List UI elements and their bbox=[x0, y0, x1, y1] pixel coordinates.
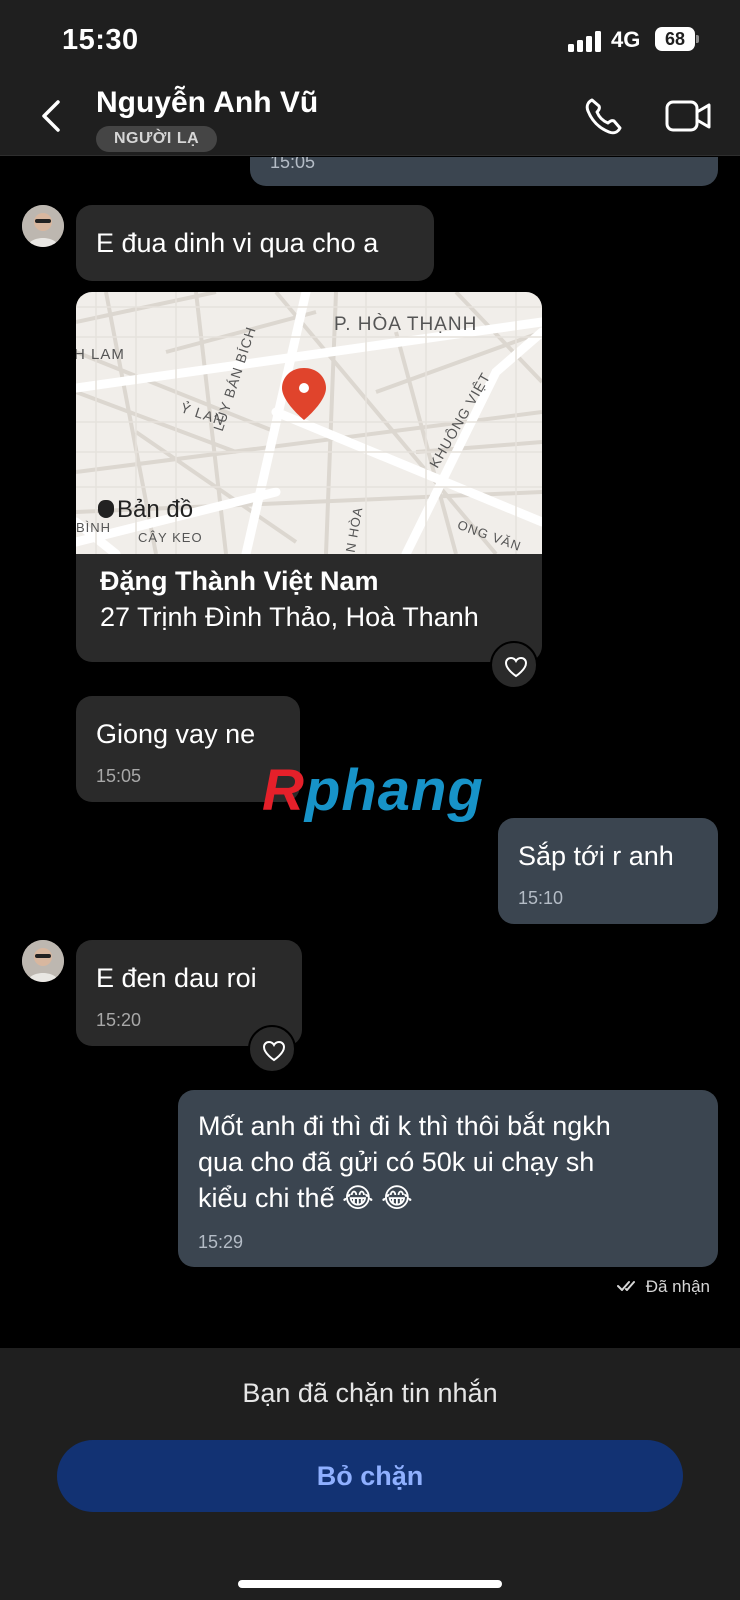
contact-avatar[interactable] bbox=[22, 205, 64, 247]
message-text: E đen dau roi bbox=[96, 963, 257, 993]
unblock-button[interactable]: Bỏ chặn bbox=[57, 1440, 683, 1512]
message-time: 15:10 bbox=[518, 888, 564, 908]
message-time: 15:05 bbox=[270, 157, 316, 172]
outgoing-message[interactable]: 15:05 bbox=[250, 157, 718, 186]
place-address: 27 Trịnh Đình Thảo, Hoà Thanh bbox=[100, 602, 479, 632]
message-time: 15:05 bbox=[96, 766, 142, 786]
location-card[interactable]: P. HÒA THẠNH H LAM Ỷ LAN LŨY BÁN BÍCH KH… bbox=[76, 292, 542, 662]
map-label: P. HÒA THẠNH bbox=[334, 314, 478, 335]
message-text-line: qua cho đã gửi có 50k ui chạy sh bbox=[198, 1147, 595, 1177]
chevron-left-icon bbox=[42, 100, 60, 132]
contact-avatar[interactable] bbox=[22, 940, 64, 982]
react-button[interactable] bbox=[248, 1025, 296, 1073]
back-button[interactable] bbox=[36, 94, 70, 138]
message-text: E đua dinh vi qua cho a bbox=[96, 228, 379, 258]
network-type: 4G bbox=[611, 27, 641, 52]
maps-attribution-text: Bản đồ bbox=[117, 496, 194, 523]
message-time: 15:29 bbox=[198, 1232, 244, 1252]
chat-header: Nguyễn Anh Vũ NGƯỜI LẠ bbox=[0, 80, 740, 156]
outgoing-message[interactable]: Sắp tới r anh 15:10 bbox=[498, 818, 718, 924]
map-preview[interactable]: P. HÒA THẠNH H LAM Ỷ LAN LŨY BÁN BÍCH KH… bbox=[76, 292, 542, 554]
video-camera-icon bbox=[665, 100, 711, 132]
watermark: Rphang bbox=[262, 758, 484, 823]
message-text-line: kiểu chi thế 😂 😂 bbox=[198, 1183, 413, 1213]
apple-logo-icon bbox=[98, 500, 114, 518]
home-indicator[interactable] bbox=[238, 1580, 502, 1588]
battery-level: 68 bbox=[664, 29, 686, 49]
message-text: Sắp tới r anh bbox=[518, 841, 674, 871]
message-text: Giong vay ne bbox=[96, 719, 256, 749]
incoming-message[interactable]: E đua dinh vi qua cho a bbox=[76, 205, 434, 281]
status-time: 15:30 bbox=[62, 24, 139, 56]
message-time: 15:20 bbox=[96, 1010, 142, 1030]
signal-icon bbox=[568, 30, 604, 52]
map-label: CÂY KEO bbox=[138, 530, 203, 545]
battery-icon: 68 bbox=[655, 27, 699, 51]
delivery-status: Đã nhận bbox=[616, 1277, 710, 1297]
heart-icon bbox=[504, 656, 528, 678]
stranger-badge: NGƯỜI LẠ bbox=[96, 126, 218, 152]
outgoing-message[interactable]: Mốt anh đi thì đi k thì thôi bắt ngkh qu… bbox=[178, 1090, 718, 1267]
contact-name[interactable]: Nguyễn Anh Vũ bbox=[96, 86, 318, 120]
video-call-button[interactable] bbox=[664, 96, 712, 136]
phone-icon bbox=[585, 98, 622, 135]
double-check-icon bbox=[616, 1281, 635, 1291]
status-bar: 15:30 4G 68 bbox=[0, 0, 740, 80]
blocked-footer: Bạn đã chặn tin nhắn Bỏ chặn bbox=[0, 1348, 740, 1600]
delivery-status-text: Đã nhận bbox=[645, 1277, 710, 1296]
place-name: Đặng Thành Việt Nam bbox=[100, 566, 379, 596]
react-button[interactable] bbox=[490, 641, 538, 689]
maps-attribution: Bản đồ bbox=[98, 496, 193, 524]
message-list[interactable]: 15:05 E đua dinh vi qua cho a P. HÒA THẠ… bbox=[0, 157, 740, 1347]
map-label: H LAM bbox=[76, 346, 125, 363]
heart-icon bbox=[262, 1040, 286, 1062]
message-text-line: Mốt anh đi thì đi k thì thôi bắt ngkh bbox=[198, 1111, 611, 1141]
voice-call-button[interactable] bbox=[582, 94, 626, 138]
blocked-notice: Bạn đã chặn tin nhắn bbox=[242, 1378, 498, 1408]
